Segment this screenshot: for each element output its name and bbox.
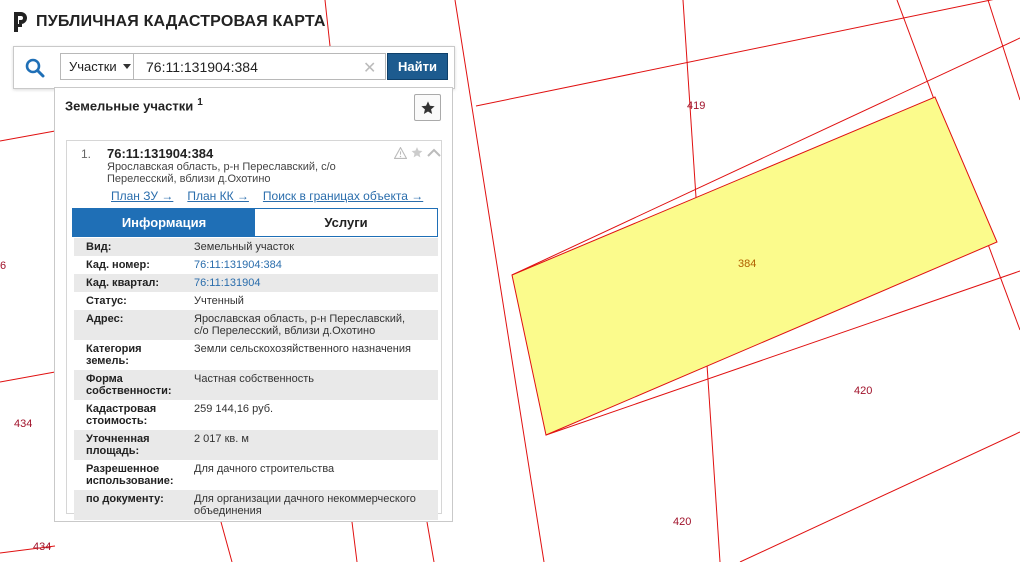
tab-info[interactable]: Информация [73,209,255,236]
clear-icon[interactable]: ✕ [363,58,376,78]
search-bar: Участки ✕ Найти [13,46,455,89]
attr-row: Кадастровая стоимость: 259 144,16 руб. [74,400,438,430]
result-links: План ЗУ → План КК → Поиск в границах объ… [111,189,423,203]
parcel-label-6: 6 [0,260,6,272]
star-icon [420,100,435,114]
result-actions [394,146,441,159]
tab-services[interactable]: Услуги [255,209,437,236]
attributes-table: Вид: Земельный участок Кад. номер: 76:11… [74,238,438,520]
attr-row: Адрес: Ярославская область, р-н Переслав… [74,310,438,340]
attr-label: Статус: [86,295,127,307]
link-search-in-bounds[interactable]: Поиск в границах объекта → [263,189,423,203]
result-card: 1. 76:11:131904:384 Ярославская область,… [66,140,442,520]
attr-value: Ярославская область, р-н Переславский, с… [194,313,406,337]
attr-row: Уточненная площадь: 2 017 кв. м [74,430,438,460]
attr-value: Земли сельскохозяйственного назначения [194,343,411,355]
star-icon[interactable] [410,146,424,159]
attr-value: 259 144,16 руб. [194,403,274,415]
search-input[interactable] [134,53,386,80]
attr-row: Категория земель: Земли сельскохозяйстве… [74,340,438,370]
link-plan-zu[interactable]: План ЗУ → [111,189,173,203]
app-header: ПУБЛИЧНАЯ КАДАСТРОВАЯ КАРТА [12,10,326,34]
attr-label: Форма собственности: [86,373,172,397]
parcel-label-419: 419 [687,100,705,112]
attr-label: Категория земель: [86,343,142,367]
chevron-up-icon[interactable] [427,148,441,158]
attr-row: по документу: Для организации дачного не… [74,490,438,520]
attr-label: Кад. номер: [86,259,150,271]
attr-label: Кадастровая стоимость: [86,403,157,427]
attr-label: Кад. квартал: [86,277,160,289]
attr-row: Форма собственности: Частная собственнос… [74,370,438,400]
attr-label: Вид: [86,241,112,253]
results-panel: Земельные участки 1 1. 76:11:131904:384 Я… [54,87,453,522]
warning-icon[interactable] [394,146,407,159]
attr-row: Вид: Земельный участок [74,238,438,256]
attr-value-link[interactable]: 76:11:131904 [180,277,416,289]
attr-label: Разрешенное использование: [86,463,174,487]
panel-title: Земельные участки 1 [65,97,203,113]
attr-value-link[interactable]: 76:11:131904:384 [180,259,416,271]
attr-label: по документу: [86,493,164,505]
result-cad-number[interactable]: 76:11:131904:384 [107,146,213,161]
parcel-label-420: 420 [673,516,691,528]
attr-label: Адрес: [86,313,124,325]
attr-row: Статус: Учтенный [74,292,438,310]
parcel-label-434: 434 [33,541,51,553]
logo-icon [12,10,28,34]
results-count: 1 [197,97,203,108]
chevron-down-icon [122,64,131,69]
favorite-button[interactable] [414,94,441,121]
link-plan-kk[interactable]: План КК → [187,189,249,203]
attr-row: Кад. номер: 76:11:131904:384 [74,256,438,274]
attr-value: Учтенный [194,295,244,307]
attr-value: Земельный участок [194,241,295,253]
result-index: 1. [81,147,92,161]
attr-value: 2 017 кв. м [194,433,249,445]
result-tabs: Информация Услуги [72,208,438,237]
parcel-label-384: 384 [738,258,756,270]
attr-row: Разрешенное использование: Для дачного с… [74,460,438,490]
attr-value: Для организации дачного некоммерческого … [194,493,416,517]
parcel-label-420: 420 [854,385,872,397]
attr-row: Кад. квартал: 76:11:131904 [74,274,438,292]
search-type-select[interactable]: Участки [60,53,134,80]
attr-label: Уточненная площадь: [86,433,150,457]
search-type-label: Участки [69,59,117,74]
attr-value: Для дачного строительства [194,463,335,475]
search-icon[interactable] [22,55,48,81]
parcel-label-434: 434 [14,418,32,430]
attr-value: Частная собственность [194,373,315,385]
result-address: Ярославская область, р-н Переславский, с… [107,161,336,185]
app-title: ПУБЛИЧНАЯ КАДАСТРОВАЯ КАРТА [36,13,326,30]
find-button[interactable]: Найти [387,53,448,80]
panel-title-text: Земельные участки [65,98,194,114]
